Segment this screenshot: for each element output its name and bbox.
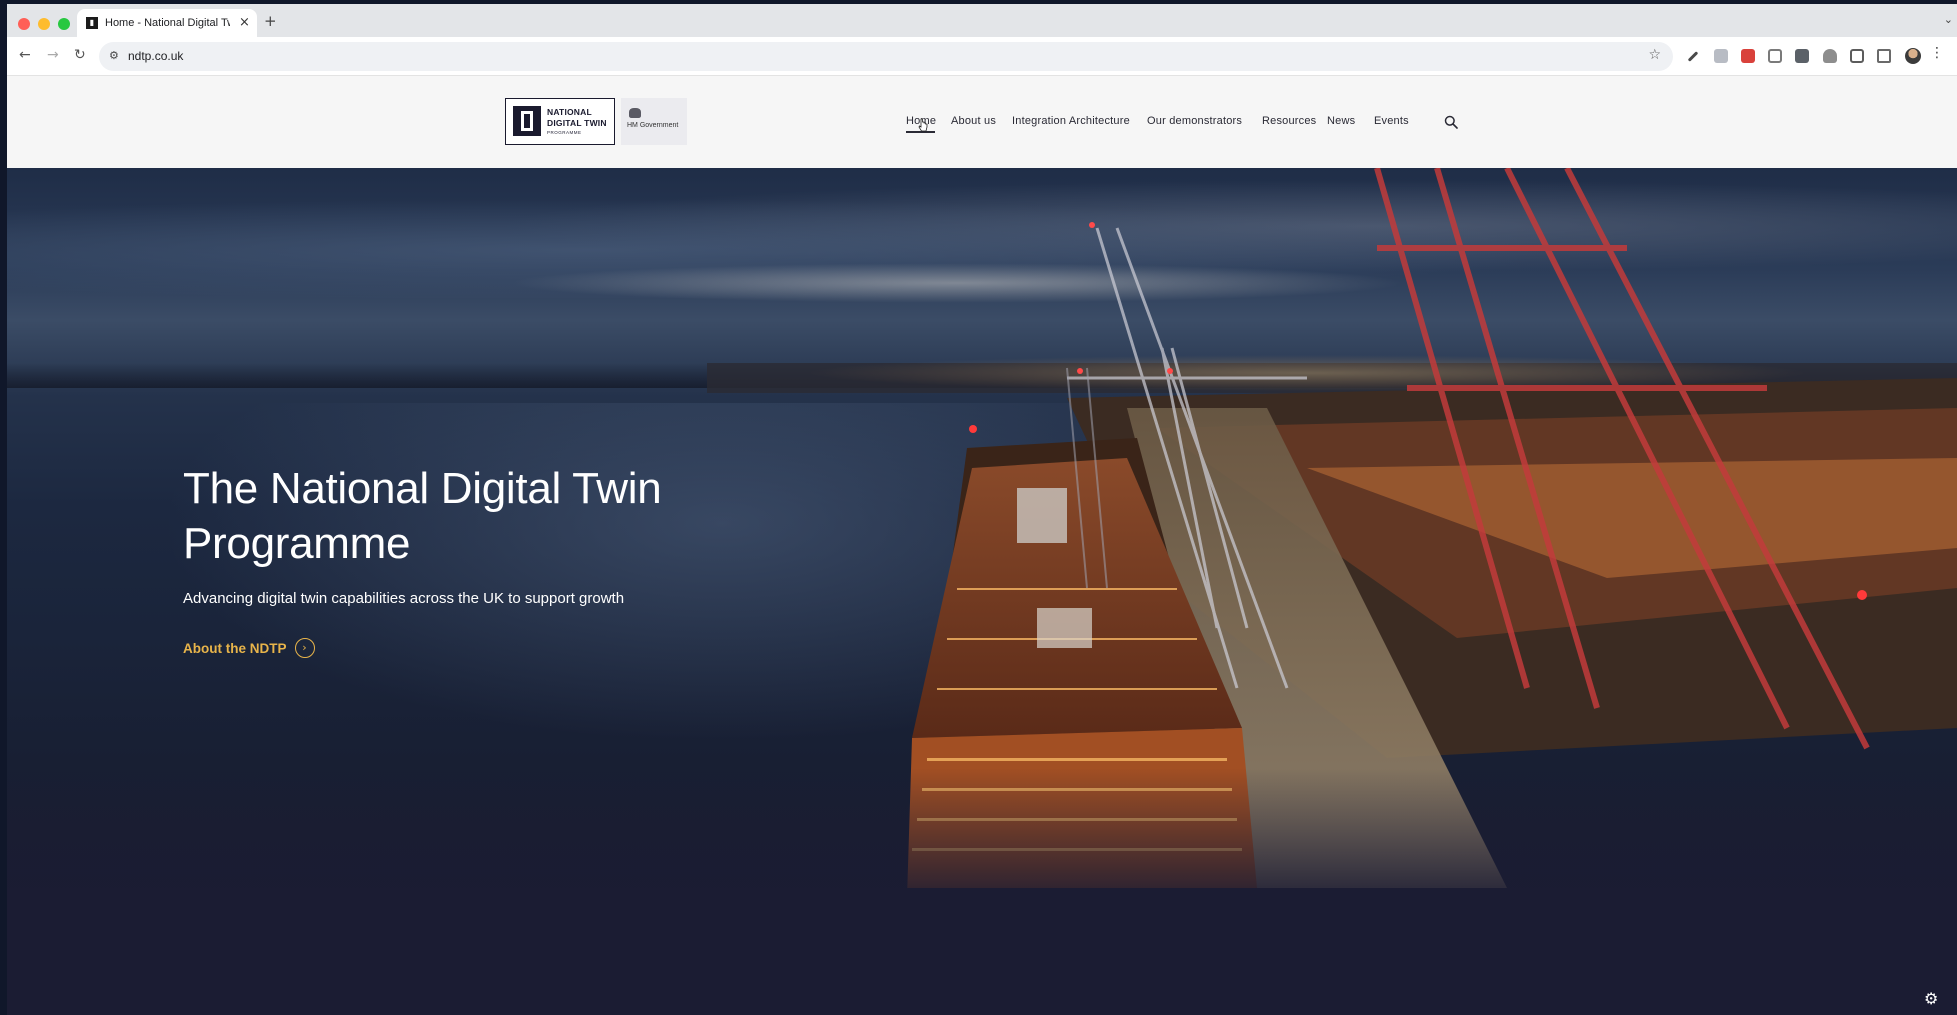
hm-government-logo[interactable]: HM Government — [621, 98, 687, 145]
extension-icon[interactable] — [1714, 49, 1728, 63]
browser-menu-icon[interactable]: ⋮ — [1930, 45, 1944, 61]
nav-item-integration-architecture[interactable]: Integration Architecture — [1012, 115, 1130, 127]
hmg-logo-text: HM Government — [627, 122, 679, 129]
nav-item-about-us[interactable]: About us — [951, 115, 996, 127]
cookie-settings-gear-icon[interactable]: ⚙ — [1924, 990, 1941, 1007]
address-bar[interactable]: ⚙ ndtp.co.uk ☆ — [99, 42, 1673, 71]
forward-button[interactable]: → — [47, 47, 59, 63]
mouse-pointer-icon — [918, 118, 928, 132]
hero-subtitle: Advancing digital twin capabilities acro… — [183, 590, 625, 607]
extensions-puzzle-icon[interactable] — [1877, 49, 1891, 63]
royal-crest-icon — [629, 108, 641, 118]
back-button[interactable]: ← — [19, 47, 31, 63]
tab-title: Home - National Digital Twin — [105, 17, 230, 29]
minimize-window-button[interactable] — [38, 18, 50, 30]
extension-icon[interactable] — [1741, 49, 1755, 63]
site-header: NATIONAL DIGITAL TWIN PROGRAMME HM Gover… — [7, 76, 1957, 168]
about-the-ndtp-link[interactable]: About the NDTP › — [183, 638, 315, 658]
nav-item-resources[interactable]: Resources — [1262, 115, 1316, 127]
screen: ▮ Home - National Digital Twin × + ⌄ ← →… — [0, 0, 1957, 1015]
extension-icon[interactable] — [1823, 49, 1837, 63]
screenshot-extension-icon[interactable] — [1768, 49, 1782, 63]
nav-item-events[interactable]: Events — [1374, 115, 1409, 127]
maximize-window-button[interactable] — [58, 18, 70, 30]
extension-icon[interactable] — [1850, 49, 1864, 63]
url-text[interactable]: ndtp.co.uk — [128, 49, 183, 63]
new-tab-button[interactable]: + — [264, 12, 277, 30]
tab-home[interactable]: ▮ Home - National Digital Twin × — [77, 9, 257, 37]
close-window-button[interactable] — [18, 18, 30, 30]
reload-button[interactable]: ↻ — [74, 47, 86, 63]
close-icon[interactable]: × — [239, 15, 250, 30]
browser-toolbar: ← → ↻ ⚙ ndtp.co.uk ☆ ⋮ — [7, 37, 1957, 76]
nav-item-our-demonstrators[interactable]: Our demonstrators — [1147, 115, 1242, 127]
hero-title: The National Digital Twin Programme — [183, 464, 662, 568]
logo-text-line: DIGITAL TWIN — [547, 118, 607, 128]
site-info-icon[interactable]: ⚙ — [109, 49, 119, 62]
nav-item-news[interactable]: News — [1327, 115, 1355, 127]
extension-icon[interactable] — [1795, 49, 1809, 63]
search-icon[interactable] — [1444, 115, 1458, 129]
profile-avatar[interactable] — [1905, 48, 1921, 64]
tab-strip: ▮ Home - National Digital Twin × + ⌄ — [7, 4, 1957, 37]
chevron-right-circle-icon: › — [294, 638, 315, 658]
eyedropper-extension-icon[interactable] — [1687, 51, 1699, 62]
browser-window: ▮ Home - National Digital Twin × + ⌄ ← →… — [7, 4, 1957, 1015]
ndtp-logo-mark-icon — [513, 106, 541, 136]
cta-label: About the NDTP — [183, 640, 287, 656]
bookmark-star-icon[interactable]: ☆ — [1648, 47, 1661, 63]
ndtp-favicon-icon: ▮ — [86, 17, 98, 29]
logo-text-line: PROGRAMME — [547, 130, 582, 135]
hero-section: The National Digital Twin Programme Adva… — [7, 168, 1957, 1015]
logo-text-line: NATIONAL — [547, 107, 592, 117]
tab-search-button[interactable]: ⌄ — [1944, 13, 1953, 26]
ndtp-logo[interactable]: NATIONAL DIGITAL TWIN PROGRAMME — [505, 98, 615, 145]
hero-bottom-fade — [7, 768, 1957, 1015]
